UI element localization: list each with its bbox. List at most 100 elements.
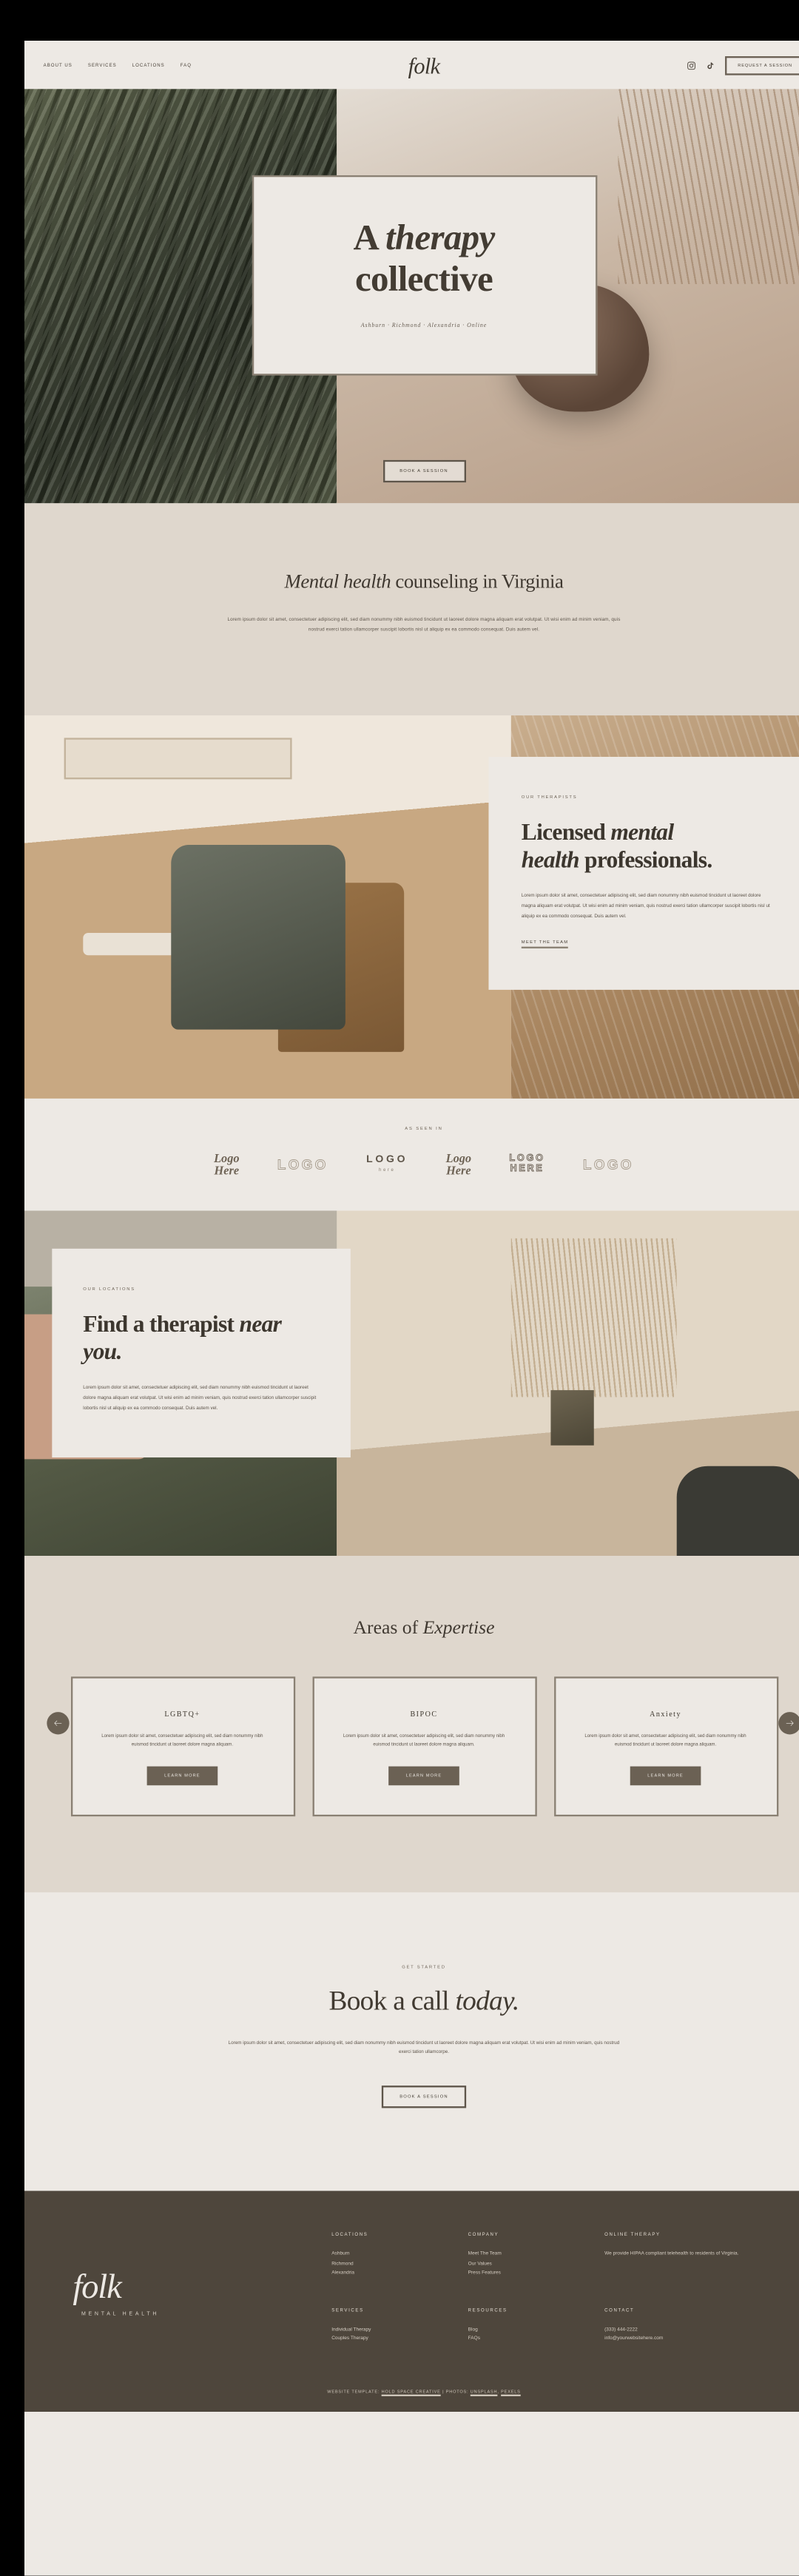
locations-card: OUR LOCATIONS Find a therapist near you.… (52, 1247, 351, 1458)
website-page: ABOUT US SERVICES LOCATIONS FAQ folk REQ… (24, 41, 799, 2576)
footer-link-meet-the-team[interactable]: Meet The Team (468, 2250, 604, 2259)
therapists-heading-p2: professionals. (579, 846, 712, 872)
footer-link-faqs[interactable]: FAQs (468, 2335, 604, 2344)
locations-body: Lorem ipsum dolor sit amet, consectetuer… (83, 1386, 317, 1410)
footer-brand: folk MENTAL HEALTH (73, 2232, 331, 2344)
footer-col-locations: LOCATIONS Ashburn Richmond Alexandria (331, 2232, 468, 2278)
instagram-icon[interactable] (688, 61, 697, 70)
expertise-card-body: Lorem ipsum dolor sit amet, consectetuer… (343, 1733, 505, 1747)
therapists-heading-i2: health (521, 846, 580, 872)
footer-list-services: Individual Therapy Couples Therapy (331, 2325, 468, 2344)
locations-heading: Find a therapist near you. (83, 1310, 320, 1365)
intro-heading: Mental health counseling in Virginia (24, 572, 799, 593)
hero-subtitle: Ashburn · Richmond · Alexandria · Online (360, 322, 488, 329)
expertise-card-title: Anxiety (650, 1708, 682, 1718)
site-logo[interactable]: folk (408, 53, 440, 75)
cta-body: Lorem ipsum dolor sit amet, consectetuer… (228, 2040, 620, 2055)
cta-book-session-button[interactable]: BOOK A SESSION (382, 2086, 466, 2108)
expertise-card-anxiety[interactable]: Anxiety Lorem ipsum dolor sit amet, cons… (553, 1676, 778, 1816)
tiktok-icon[interactable] (707, 61, 715, 70)
hero-title-line2: collective (354, 257, 493, 299)
expertise-learn-more-button[interactable]: LEARN MORE (388, 1765, 459, 1785)
expertise-card-lgbtq[interactable]: LGBTQ+ Lorem ipsum dolor sit amet, conse… (70, 1676, 295, 1816)
press-logo-3-text: LOGO (366, 1156, 408, 1167)
request-session-button[interactable]: REQUEST A SESSION (725, 55, 799, 75)
therapists-body: Lorem ipsum dolor sit amet, consectetuer… (521, 894, 770, 919)
press-logo-here-script-2-icon: Logo Here (446, 1152, 471, 1178)
footer-col-services: SERVICES Individual Therapy Couples Ther… (331, 2308, 468, 2344)
locations-heading-i1: near (239, 1309, 282, 1336)
therapists-heading: Licensed mental health professionals. (522, 818, 770, 873)
credits-unsplash-link[interactable]: UNSPLASH (471, 2390, 498, 2395)
footer-phone-number[interactable]: (333) 444-2222 (604, 2325, 775, 2335)
press-logo-3-sub: here (379, 1167, 396, 1173)
chair-shape (277, 883, 405, 1052)
footer-logo-subtitle: MENTAL HEALTH (81, 2310, 160, 2317)
footer-online-therapy-note: We provide HIPAA compliant telehealth to… (604, 2249, 739, 2257)
therapists-section: OUR THERAPISTS Licensed mental health pr… (24, 715, 799, 1098)
footer-link-alexandria[interactable]: Alexandria (331, 2269, 468, 2279)
credits-template-link[interactable]: HOLD SPACE CREATIVE (382, 2390, 441, 2395)
footer-col-company: COMPANY Meet The Team Our Values Press F… (468, 2232, 604, 2278)
footer-list-company: Meet The Team Our Values Press Features (468, 2250, 604, 2279)
locations-heading-i2: you. (83, 1337, 122, 1363)
carousel-next-button[interactable] (778, 1712, 799, 1735)
nav-link-faq[interactable]: FAQ (181, 62, 192, 67)
footer-link-ashburn[interactable]: Ashburn (331, 2250, 468, 2259)
footer-link-our-values[interactable]: Our Values (468, 2259, 604, 2269)
expertise-section: Areas of Expertise LGBTQ+ Lorem ipsum do… (24, 1555, 799, 1892)
cta-eyebrow: GET STARTED (402, 1964, 446, 1970)
footer-top: folk MENTAL HEALTH LOCATIONS Ashburn Ric… (73, 2232, 775, 2344)
expertise-learn-more-button[interactable]: LEARN MORE (630, 1765, 701, 1785)
cta-heading-italic: today. (455, 1986, 519, 2017)
footer-credits: WEBSITE TEMPLATE: HOLD SPACE CREATIVE | … (73, 2390, 775, 2395)
footer-email-address[interactable]: info@yourwebsitehere.com (604, 2335, 775, 2344)
expertise-heading-plain: Areas of (353, 1617, 423, 1639)
footer-link-individual-therapy[interactable]: Individual Therapy (331, 2325, 468, 2335)
footer-link-richmond[interactable]: Richmond (331, 2259, 468, 2269)
hero-title-plain: A (353, 216, 386, 258)
footer-link-couples-therapy[interactable]: Couples Therapy (331, 2335, 468, 2344)
footer-heading-resources: RESOURCES (468, 2307, 508, 2313)
credits-prefix: WEBSITE TEMPLATE: (327, 2389, 382, 2395)
expertise-card-bipoc[interactable]: BIPOC Lorem ipsum dolor sit amet, consec… (311, 1676, 536, 1816)
footer-heading-online-therapy: ONLINE THERAPY (604, 2232, 661, 2238)
credits-pexels-link[interactable]: PEXELS (501, 2390, 521, 2395)
footer-col-online-therapy: ONLINE THERAPY We provide HIPAA complian… (604, 2232, 775, 2278)
hero-section: A therapy collective Ashburn · Richmond … (24, 89, 799, 504)
footer-logo[interactable]: folk (73, 2270, 331, 2305)
footer-col-contact: CONTACT (333) 444-2222 info@yourwebsiteh… (604, 2308, 775, 2344)
intro-body: Lorem ipsum dolor sit amet, consectetuer… (227, 617, 621, 633)
footer-heading-contact: CONTACT (604, 2307, 635, 2313)
hero-title-italic: therapy (385, 216, 495, 258)
footer-link-press-features[interactable]: Press Features (468, 2269, 604, 2279)
locations-chair-shape (677, 1465, 799, 1556)
footer-link-blog[interactable]: Blog (468, 2325, 604, 2335)
press-logo-1-line2: Here (214, 1163, 240, 1178)
locations-eyebrow: OUR LOCATIONS (83, 1286, 135, 1292)
footer-row-2: SERVICES Individual Therapy Couples Ther… (331, 2308, 775, 2344)
therapists-heading-i1: mental (610, 818, 674, 845)
locations-heading-p1: Find a therapist (83, 1309, 240, 1336)
press-logo-here-script-icon: Logo Here (214, 1152, 240, 1178)
nav-link-about-us[interactable]: ABOUT US (44, 62, 73, 67)
footer-heading-services: SERVICES (331, 2307, 364, 2313)
cta-heading-plain: Book a call (328, 1986, 456, 2017)
cta-section: GET STARTED Book a call today. Lorem ips… (24, 1892, 799, 2191)
expertise-card-row: LGBTQ+ Lorem ipsum dolor sit amet, conse… (24, 1676, 799, 1816)
press-logo-stack-icon: LOGO HERE (509, 1153, 545, 1175)
nav-link-locations[interactable]: LOCATIONS (132, 62, 165, 67)
meet-the-team-link[interactable]: MEET THE TEAM (521, 940, 569, 949)
hero-book-session-button[interactable]: BOOK A SESSION (382, 459, 466, 483)
locations-section: OUR LOCATIONS Find a therapist near you.… (24, 1210, 799, 1556)
intro-heading-plain: counseling in Virginia (391, 572, 564, 593)
footer-row-1: LOCATIONS Ashburn Richmond Alexandria CO… (331, 2232, 775, 2278)
footer-col-resources: RESOURCES Blog FAQs (468, 2308, 604, 2344)
expertise-learn-more-button[interactable]: LEARN MORE (146, 1765, 218, 1785)
hero-cta-wrap: BOOK A SESSION (382, 450, 466, 483)
nav-link-services[interactable]: SERVICES (88, 62, 117, 67)
hero-card: A therapy collective Ashburn · Richmond … (251, 175, 597, 376)
expertise-card-title: BIPOC (410, 1708, 438, 1718)
carousel-prev-button[interactable] (47, 1712, 70, 1735)
arrow-right-icon (786, 1720, 794, 1727)
